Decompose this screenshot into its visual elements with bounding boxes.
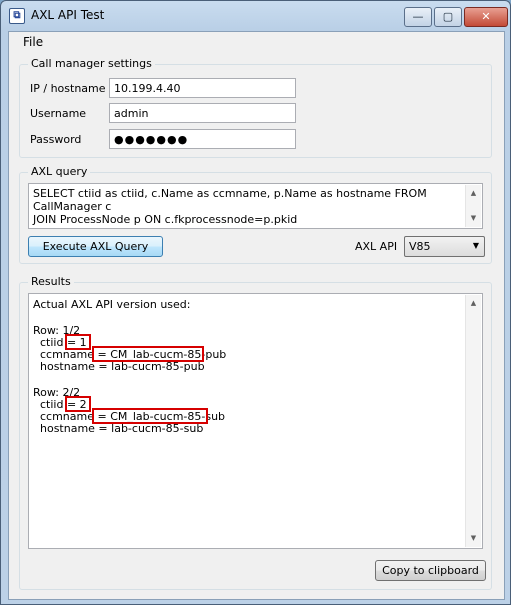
query-textarea[interactable]: SELECT ctiid as ctiid, c.Name as ccmname… bbox=[28, 183, 483, 229]
ip-label: IP / hostname bbox=[30, 82, 106, 95]
minimize-button[interactable]: — bbox=[404, 7, 432, 27]
query-line-2: JOIN ProcessNode p ON c.fkprocessnode=p.… bbox=[33, 213, 298, 226]
execute-axl-query-button[interactable]: Execute AXL Query bbox=[28, 236, 163, 257]
query-scrollbar[interactable]: ▲ ▼ bbox=[465, 185, 481, 227]
app-icon: ⧉ bbox=[9, 8, 25, 24]
password-input[interactable]: ●●●●●●● bbox=[109, 129, 296, 149]
settings-group: Call manager settings IP / hostname 10.1… bbox=[19, 57, 492, 158]
ip-hostname-input[interactable]: 10.199.4.40 bbox=[109, 78, 296, 98]
scroll-down-icon[interactable]: ▼ bbox=[466, 532, 481, 545]
results-group: Results Actual AXL API version used: Row… bbox=[19, 275, 492, 590]
query-group-label: AXL query bbox=[28, 165, 91, 178]
results-scrollbar[interactable]: ▲ ▼ bbox=[465, 295, 481, 547]
scroll-up-icon[interactable]: ▲ bbox=[466, 187, 481, 200]
close-button[interactable]: ✕ bbox=[464, 7, 508, 27]
window-title: AXL API Test bbox=[31, 8, 105, 22]
highlight-box bbox=[65, 396, 91, 412]
username-label: Username bbox=[30, 107, 87, 120]
app-window: ⧉ AXL API Test — ▢ ✕ File Call manager s… bbox=[0, 0, 511, 605]
results-group-label: Results bbox=[28, 275, 74, 288]
scroll-up-icon[interactable]: ▲ bbox=[466, 297, 481, 310]
highlight-box bbox=[65, 334, 91, 350]
axl-api-select-value: V85 bbox=[409, 240, 431, 253]
title-bar[interactable]: ⧉ AXL API Test — ▢ ✕ bbox=[1, 1, 510, 29]
client-area: File Call manager settings IP / hostname… bbox=[8, 31, 505, 600]
menu-file[interactable]: File bbox=[23, 35, 43, 49]
settings-group-label: Call manager settings bbox=[28, 57, 155, 70]
query-group: AXL query SELECT ctiid as ctiid, c.Name … bbox=[19, 165, 492, 264]
copy-to-clipboard-button[interactable]: Copy to clipboard bbox=[375, 560, 486, 581]
menu-bar: File bbox=[9, 32, 504, 52]
query-line-1: SELECT ctiid as ctiid, c.Name as ccmname… bbox=[33, 187, 427, 213]
axl-api-select[interactable]: V85 ▼ bbox=[404, 236, 485, 257]
highlight-box bbox=[92, 408, 208, 424]
axl-api-label: AXL API bbox=[355, 240, 398, 253]
password-label: Password bbox=[30, 133, 82, 146]
results-textarea[interactable]: Actual AXL API version used: Row: 1/2 ct… bbox=[28, 293, 483, 549]
highlight-box bbox=[92, 346, 204, 362]
scroll-down-icon[interactable]: ▼ bbox=[466, 212, 481, 225]
username-input[interactable]: admin bbox=[109, 103, 296, 123]
result-line: Actual AXL API version used: bbox=[33, 298, 191, 311]
chevron-down-icon: ▼ bbox=[472, 241, 479, 250]
maximize-button[interactable]: ▢ bbox=[434, 7, 462, 27]
